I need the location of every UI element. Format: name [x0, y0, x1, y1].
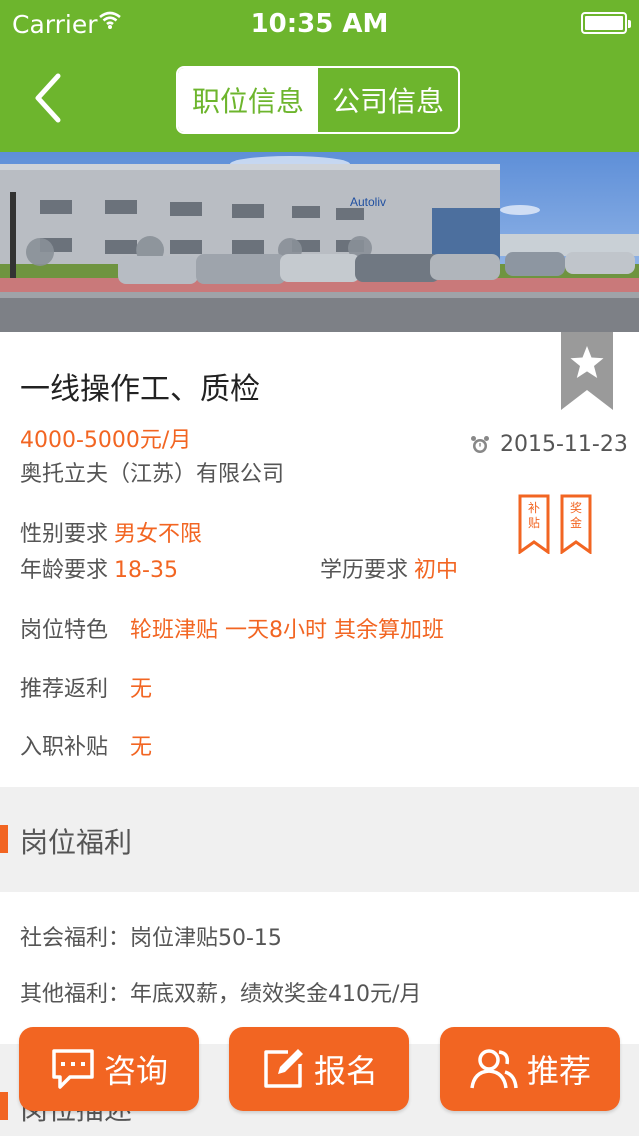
reward-tags: 补贴 奖金: [518, 494, 592, 554]
job-title: 一线操作工、质检: [20, 372, 260, 407]
apply-button[interactable]: 报名: [229, 1027, 409, 1111]
gender-label: 性别要求: [20, 522, 109, 547]
status-bar: Carrier 10:35 AM: [0, 0, 639, 48]
recommend-label: 推荐: [526, 1052, 591, 1090]
benefits-section-header: 岗位福利: [0, 787, 639, 892]
age-value: 18-35: [114, 558, 178, 583]
feature-label: 岗位特色: [20, 618, 109, 643]
subsidy-row: 入职补贴无: [20, 729, 152, 761]
gender-value: 男女不限: [114, 522, 203, 547]
gender-row: 性别要求 男女不限: [20, 516, 202, 548]
edit-icon: [264, 1049, 303, 1088]
feature-row: 岗位特色 轮班津贴 一天8小时 其余算加班: [20, 612, 444, 644]
age-row: 年龄要求 18-35: [20, 552, 178, 584]
recommend-button[interactable]: 推荐: [440, 1027, 620, 1111]
svg-text:Autoliv: Autoliv: [350, 195, 386, 209]
bonus-ribbon-icon: 奖金: [560, 494, 592, 554]
back-button[interactable]: [28, 70, 68, 126]
company-photo: Autoliv: [0, 152, 639, 332]
rebate-value: 无: [130, 677, 153, 702]
rebate-row: 推荐返利无: [20, 671, 152, 703]
education-label: 学历要求: [320, 558, 409, 583]
chat-bubble-icon: [52, 1049, 94, 1089]
tab-company-info[interactable]: 公司信息: [318, 68, 458, 132]
alarm-clock-icon: [471, 435, 489, 453]
apply-label: 报名: [313, 1052, 378, 1090]
subsidy-label: 入职补贴: [20, 735, 109, 760]
clock-time: 10:35 AM: [250, 9, 389, 39]
education-value: 初中: [414, 558, 459, 583]
bonus-tag-text: 奖金: [570, 501, 582, 530]
company-name: 奥托立夫（江苏）有限公司: [20, 462, 285, 487]
battery-icon: [581, 12, 631, 34]
benefits-panel: 社会福利：岗位津贴50-15 其他福利：年底双薪，绩效奖金410元/月: [0, 892, 639, 1044]
top-bar: Carrier 10:35 AM 职位信息 公司信息: [0, 0, 639, 152]
consult-label: 咨询: [103, 1052, 168, 1090]
age-label: 年龄要求: [20, 558, 109, 583]
salary-range: 4000-5000元/月: [20, 428, 192, 453]
rebate-label: 推荐返利: [20, 677, 109, 702]
section-accent-bar: [0, 1092, 8, 1120]
job-details-card: 一线操作工、质检 4000-5000元/月 奥托立夫（江苏）有限公司 2015-…: [0, 332, 639, 787]
social-benefits: 社会福利：岗位津贴50-15: [20, 926, 282, 951]
benefits-header-text: 岗位福利: [20, 826, 133, 859]
favorite-button[interactable]: [561, 332, 613, 414]
tab-job-info[interactable]: 职位信息: [178, 68, 318, 132]
chevron-left-icon: [35, 73, 61, 123]
post-date-text: 2015-11-23: [500, 432, 628, 457]
subsidy-ribbon-icon: 补贴: [518, 494, 550, 554]
star-bookmark-icon: [561, 332, 613, 410]
post-date: 2015-11-23: [470, 432, 628, 457]
segment-control: 职位信息 公司信息: [176, 66, 460, 134]
education-row: 学历要求 初中: [320, 552, 458, 584]
other-benefits: 其他福利：年底双薪，绩效奖金410元/月: [20, 982, 422, 1007]
subsidy-tag-text: 补贴: [528, 501, 540, 530]
feature-value: 轮班津贴 一天8小时 其余算加班: [130, 618, 444, 643]
subsidy-value: 无: [130, 735, 153, 760]
users-icon: [470, 1049, 518, 1089]
consult-button[interactable]: 咨询: [19, 1027, 199, 1111]
section-accent-bar: [0, 825, 8, 853]
